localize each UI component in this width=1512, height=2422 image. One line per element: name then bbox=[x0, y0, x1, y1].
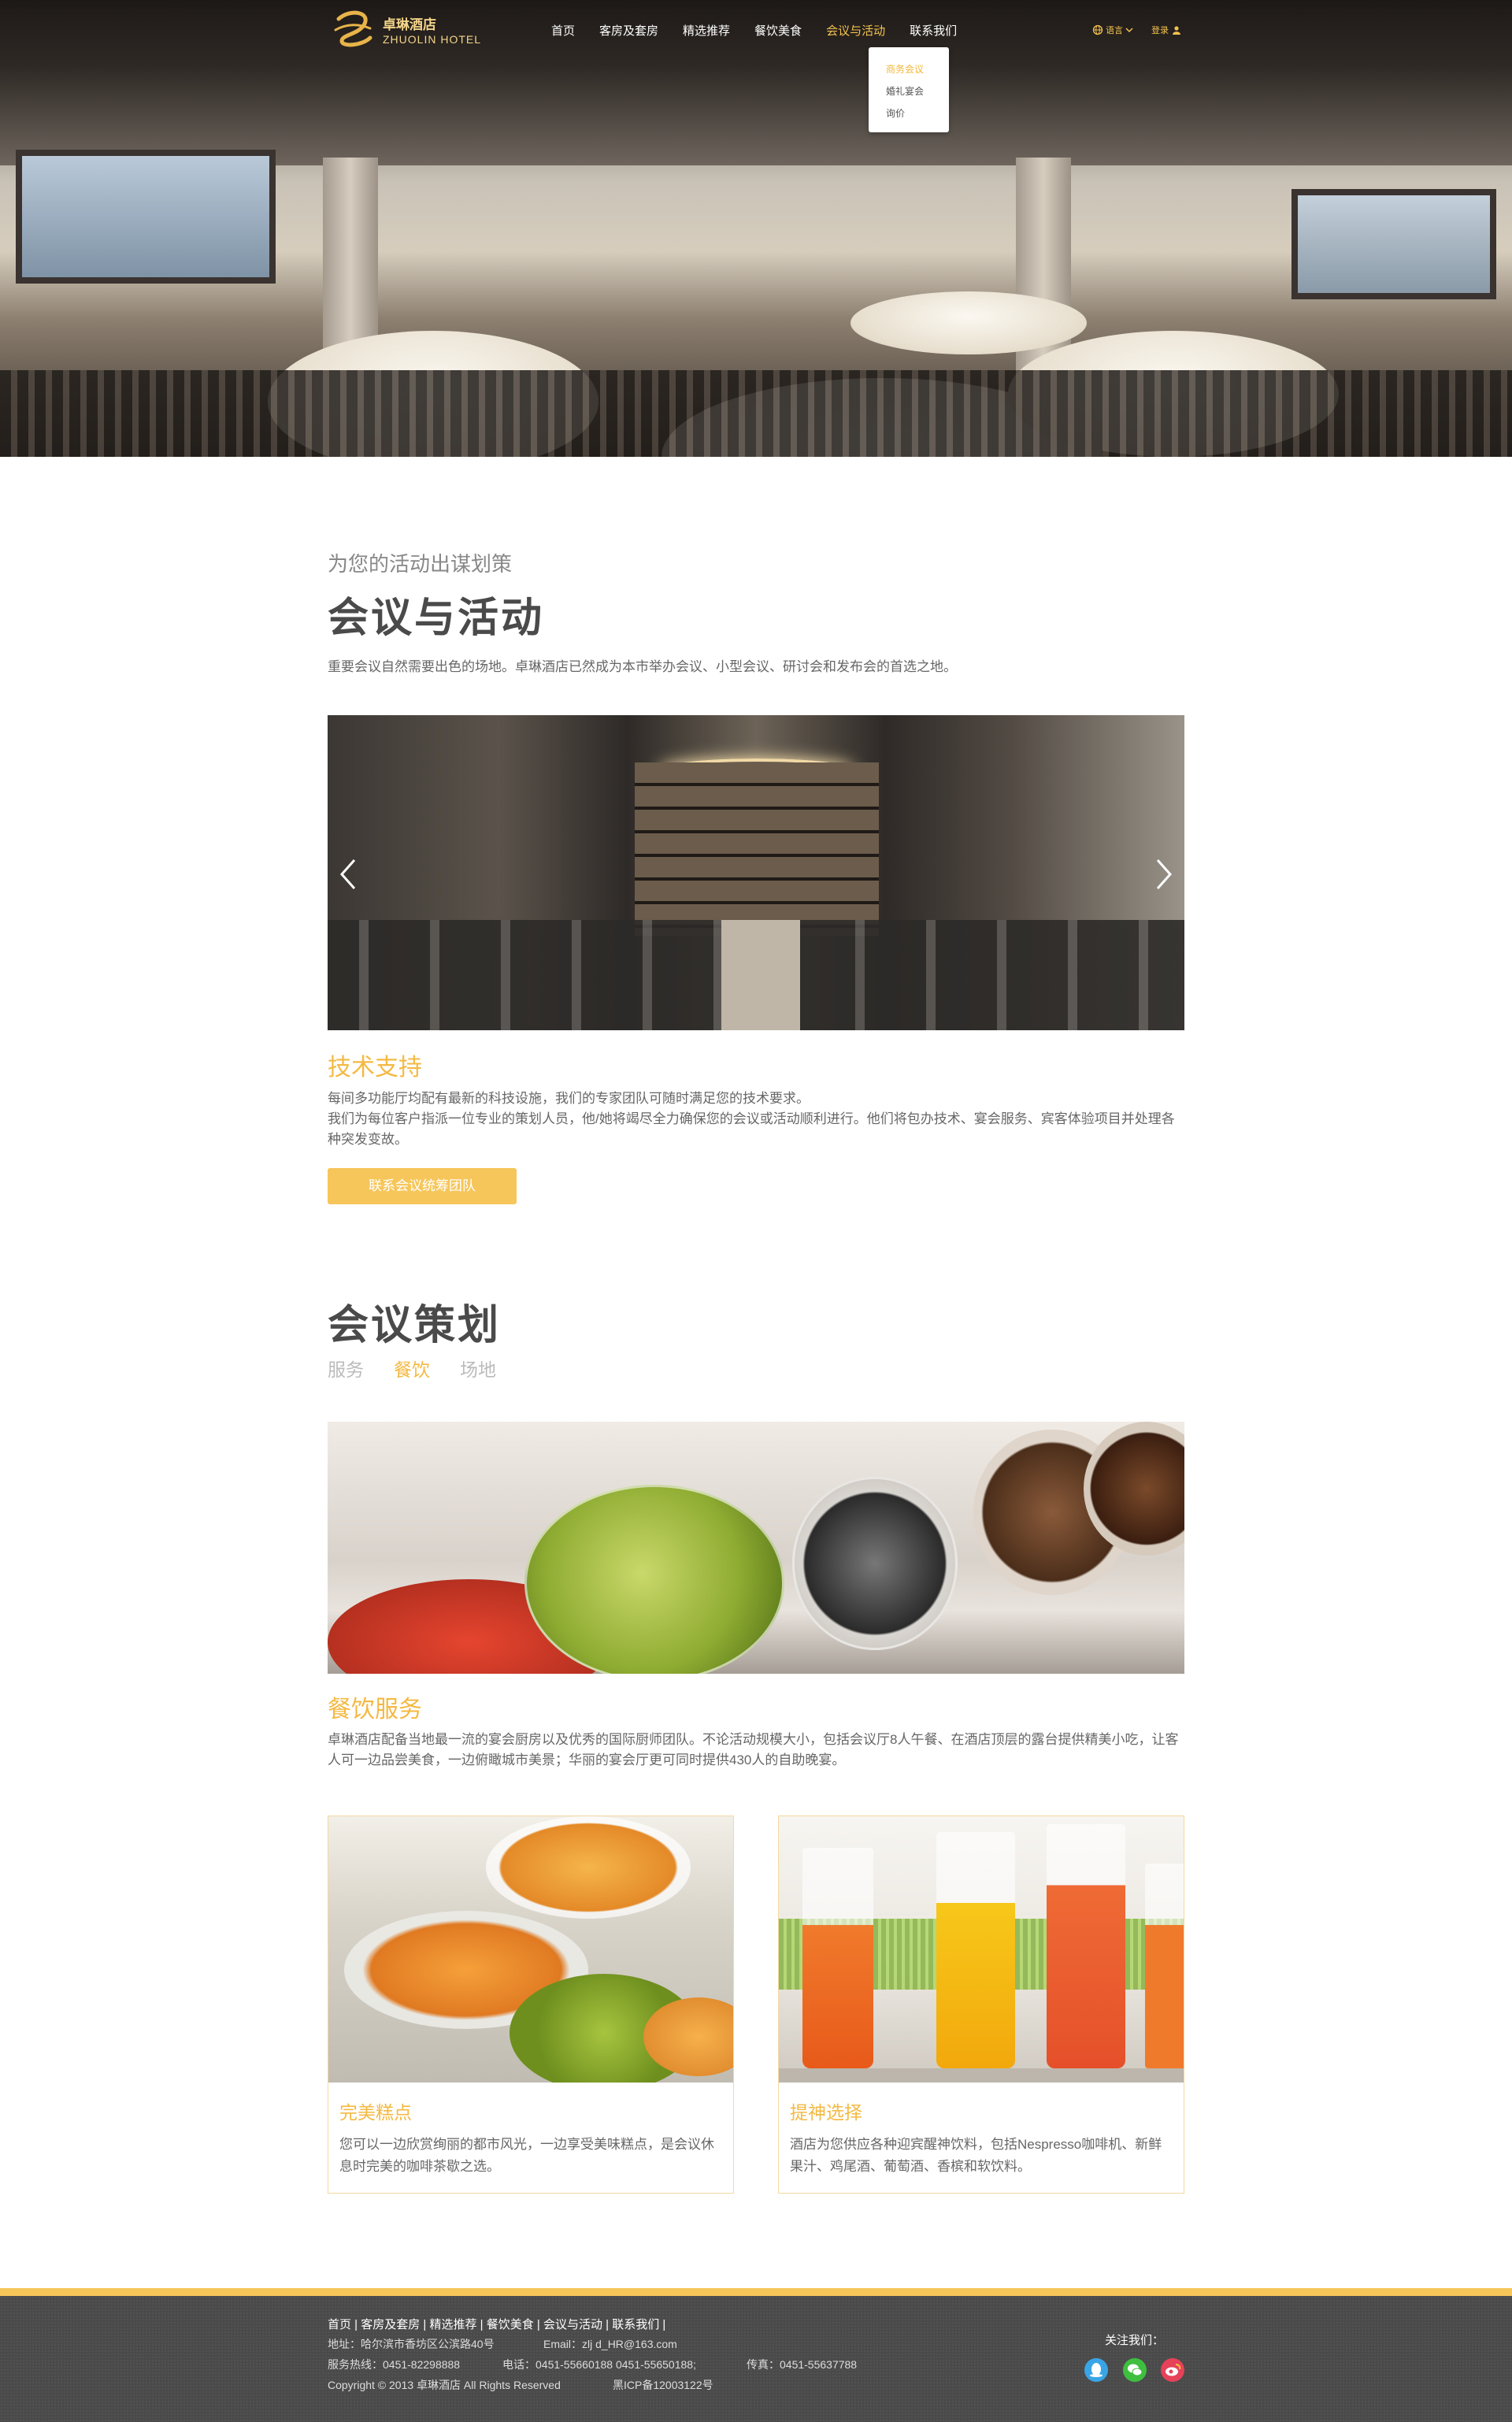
carousel-shelf bbox=[635, 762, 879, 936]
dining-service-title: 餐饮服务 bbox=[328, 1697, 422, 1723]
nav-meetings[interactable]: 会议与活动 bbox=[826, 22, 885, 39]
footer-link-contact[interactable]: 联系我们 bbox=[612, 2318, 659, 2331]
footer-link-home[interactable]: 首页 bbox=[328, 2318, 351, 2331]
contact-team-button[interactable]: 联系会议统筹团队 bbox=[328, 1168, 517, 1204]
hero-floor bbox=[0, 370, 1512, 457]
meetings-dropdown: 商务会议 婚礼宴会 询价 bbox=[869, 47, 949, 132]
footer-link-dining[interactable]: 餐饮美食 bbox=[487, 2318, 534, 2331]
login-link[interactable]: 登录 bbox=[1151, 24, 1181, 36]
hero-window bbox=[16, 150, 276, 284]
tech-support-p2: 我们为每位客户指派一位专业的策划人员，他/她将竭尽全力确保您的会议或活动顺利进行… bbox=[328, 1111, 1175, 1147]
footer-hotline: 服务热线：0451-82298888 bbox=[328, 2358, 461, 2371]
language-label: 语言 bbox=[1106, 26, 1123, 35]
main-menu: 首页 客房及套房 精选推荐 餐饮美食 会议与活动 联系我们 bbox=[551, 22, 981, 39]
nav-rooms[interactable]: 客房及套房 bbox=[599, 22, 658, 39]
pastry-card[interactable]: 完美糕点 您可以一边欣赏绚丽的都市风光，一边享受美味糕点，是会议休息时完美的咖啡… bbox=[328, 1816, 734, 2194]
login-label: 登录 bbox=[1151, 26, 1169, 35]
dining-banner-image bbox=[328, 1422, 1184, 1674]
dropdown-wedding[interactable]: 婚礼宴会 bbox=[886, 80, 949, 102]
pastry-card-desc: 您可以一边欣赏绚丽的都市风光，一边享受美味糕点，是会议休息时完美的咖啡茶歇之选。 bbox=[339, 2137, 714, 2174]
weibo-icon[interactable] bbox=[1161, 2358, 1184, 2382]
nav-featured[interactable]: 精选推荐 bbox=[683, 22, 730, 39]
user-icon bbox=[1173, 26, 1180, 35]
logo-icon bbox=[334, 10, 372, 47]
logo-name-cn: 卓琳酒店 bbox=[383, 17, 436, 33]
nav-contact[interactable]: 联系我们 bbox=[910, 22, 957, 39]
hero-banner: 卓琳酒店 ZHUOLIN HOTEL 首页 客房及套房 精选推荐 餐饮美食 会议… bbox=[0, 0, 1512, 457]
hero-window bbox=[1292, 189, 1496, 299]
carousel-aisle bbox=[721, 920, 800, 1030]
meeting-room-carousel bbox=[328, 715, 1184, 1030]
carousel-next-icon[interactable] bbox=[1154, 857, 1173, 892]
top-nav: 卓琳酒店 ZHUOLIN HOTEL 首页 客房及套房 精选推荐 餐饮美食 会议… bbox=[0, 0, 1512, 132]
logo[interactable]: 卓琳酒店 ZHUOLIN HOTEL bbox=[331, 6, 481, 52]
footer-copyright: Copyright © 2013 卓琳酒店 All Rights Reserve… bbox=[328, 2379, 561, 2391]
nav-dining[interactable]: 餐饮美食 bbox=[754, 22, 802, 39]
beverage-card-desc: 酒店为您供应各种迎宾醒神饮料，包括Nespresso咖啡机、新鲜果汁、鸡尾酒、葡… bbox=[790, 2137, 1162, 2174]
footer-link-meetings[interactable]: 会议与活动 bbox=[543, 2318, 602, 2331]
footer-links: 首页 | 客房及套房 | 精选推荐 | 餐饮美食 | 会议与活动 | 联系我们 … bbox=[328, 2318, 666, 2331]
pastry-card-title: 完美糕点 bbox=[339, 2102, 412, 2123]
chevron-down-icon bbox=[1125, 28, 1133, 33]
footer-link-rooms[interactable]: 客房及套房 bbox=[361, 2318, 420, 2331]
qq-icon[interactable] bbox=[1084, 2358, 1108, 2382]
footer-fax: 传真：0451-55637788 bbox=[747, 2358, 858, 2371]
planning-title: 会议策划 bbox=[328, 1301, 502, 1349]
dropdown-inquiry[interactable]: 询价 bbox=[886, 102, 949, 124]
globe-icon bbox=[1092, 24, 1103, 35]
language-selector[interactable]: 语言 bbox=[1092, 24, 1133, 36]
beverage-card-title: 提神选择 bbox=[790, 2102, 862, 2123]
pastry-image bbox=[328, 1816, 733, 2083]
hero-table bbox=[850, 291, 1087, 354]
tech-support-title: 技术支持 bbox=[328, 1055, 422, 1081]
beverage-image bbox=[779, 1816, 1184, 2083]
dining-service-desc: 卓琳酒店配备当地最一流的宴会厨房以及优秀的国际厨师团队。不论活动规模大小，包括会… bbox=[328, 1732, 1179, 1767]
intro-subtitle: 为您的活动出谋划策 bbox=[328, 552, 513, 576]
carousel-prev-icon[interactable] bbox=[339, 857, 358, 892]
footer-email: Email：zlj d_HR@163.com bbox=[543, 2338, 677, 2350]
intro-description: 重要会议自然需要出色的场地。卓琳酒店已然成为本市举办会议、小型会议、研讨会和发布… bbox=[328, 659, 957, 674]
footer-phone: 电话：0451-55660188 0451-55650188; bbox=[502, 2358, 696, 2371]
follow-us-label: 关注我们： bbox=[1105, 2334, 1165, 2347]
logo-name-en: ZHUOLIN HOTEL bbox=[383, 32, 482, 46]
tech-support-p1: 每间多功能厅均配有最新的科技设施，我们的专家团队可随时满足您的技术要求。 bbox=[328, 1091, 810, 1106]
tab-venue[interactable]: 场地 bbox=[460, 1355, 496, 1382]
wechat-icon[interactable] bbox=[1123, 2358, 1147, 2382]
footer-address: 地址：哈尔滨市香坊区公滨路40号 bbox=[328, 2338, 495, 2350]
tab-dining[interactable]: 餐饮 bbox=[394, 1355, 430, 1382]
nav-home[interactable]: 首页 bbox=[551, 22, 575, 39]
dropdown-business-meeting[interactable]: 商务会议 bbox=[886, 58, 949, 80]
beverage-card[interactable]: 提神选择 酒店为您供应各种迎宾醒神饮料，包括Nespresso咖啡机、新鲜果汁、… bbox=[778, 1816, 1184, 2194]
page-title: 会议与活动 bbox=[328, 594, 545, 642]
tab-service[interactable]: 服务 bbox=[328, 1355, 364, 1382]
footer-link-featured[interactable]: 精选推荐 bbox=[430, 2318, 477, 2331]
footer-accent-bar bbox=[0, 2288, 1512, 2296]
planning-tabs: 服务 餐饮 场地 bbox=[328, 1355, 526, 1382]
footer-icp: 黑ICP备12003122号 bbox=[613, 2379, 713, 2391]
